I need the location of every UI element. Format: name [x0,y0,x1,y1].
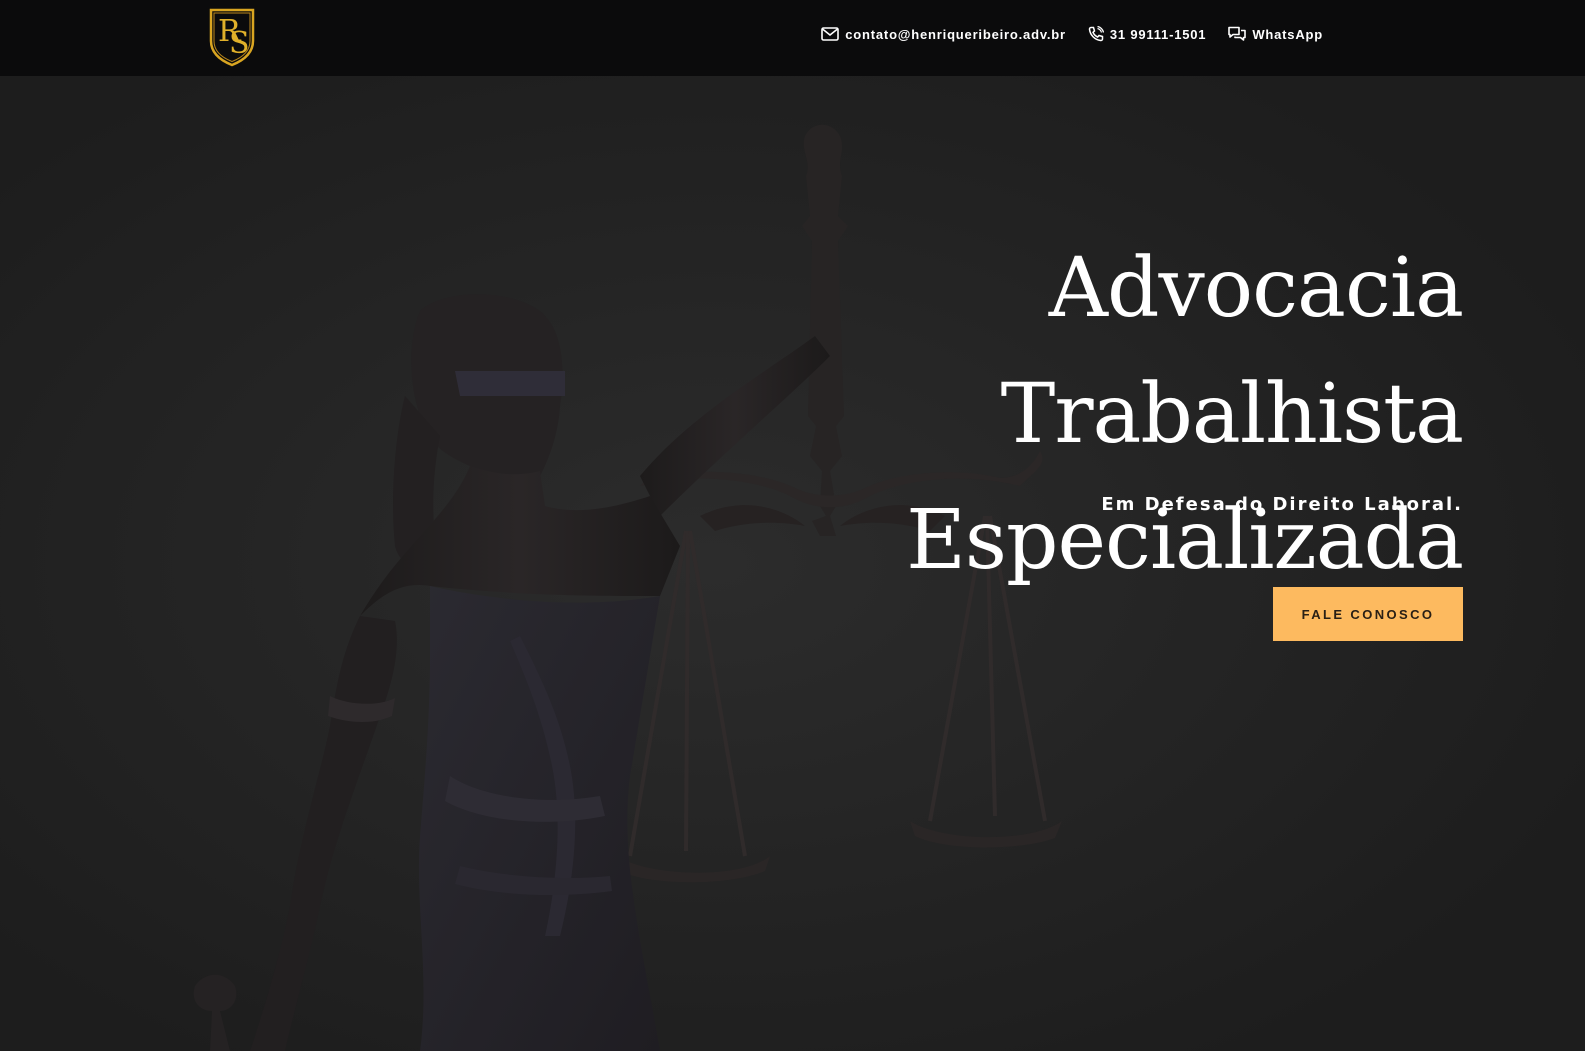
contact-us-button[interactable]: FALE CONOSCO [1273,587,1463,641]
top-bar: R S contato@henriqueribeiro.adv.br 31 99… [0,0,1585,76]
logo-shield-icon: R S [209,8,255,67]
phone-icon [1088,26,1104,42]
email-link[interactable]: contato@henriqueribeiro.adv.br [821,27,1066,42]
whatsapp-label: WhatsApp [1252,26,1323,42]
logo[interactable]: R S [208,7,256,67]
phone-link[interactable]: 31 99111-1501 [1088,26,1206,42]
mail-icon [821,27,840,41]
contact-bar: contato@henriqueribeiro.adv.br 31 99111-… [821,26,1323,42]
page: R S contato@henriqueribeiro.adv.br 31 99… [0,0,1585,1051]
svg-text:S: S [229,26,250,61]
phone-label: 31 99111-1501 [1109,26,1207,42]
hero-title: Advocacia Trabalhista Especializada [563,226,1464,604]
hero-title-line-1: Advocacia Trabalhista [1000,241,1464,462]
hero-section: Advocacia Trabalhista Especializada Em D… [0,76,1585,1051]
chat-icon [1228,26,1247,41]
email-label: contato@henriqueribeiro.adv.br [845,26,1066,42]
hero-subtitle: Em Defesa do Direito Laboral. [1101,494,1463,515]
whatsapp-link[interactable]: WhatsApp [1228,26,1323,42]
